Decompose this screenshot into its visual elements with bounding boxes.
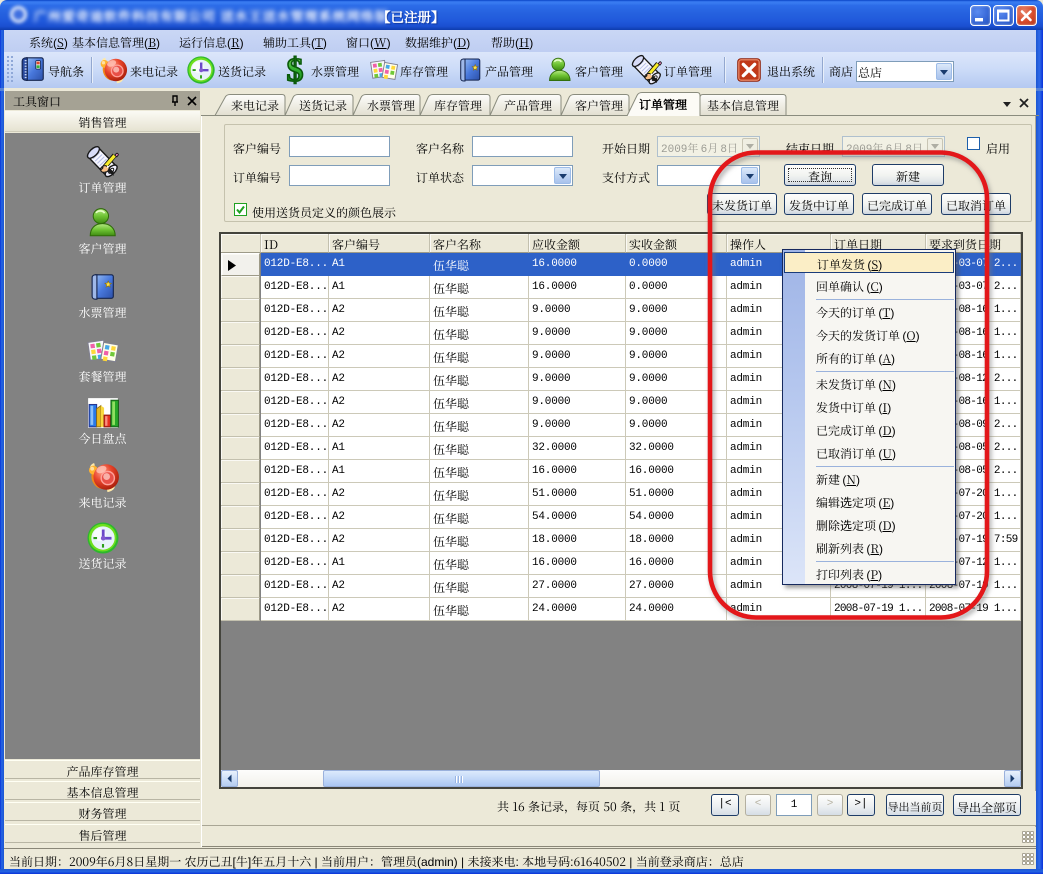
svg-text:$: $ [287,54,304,86]
